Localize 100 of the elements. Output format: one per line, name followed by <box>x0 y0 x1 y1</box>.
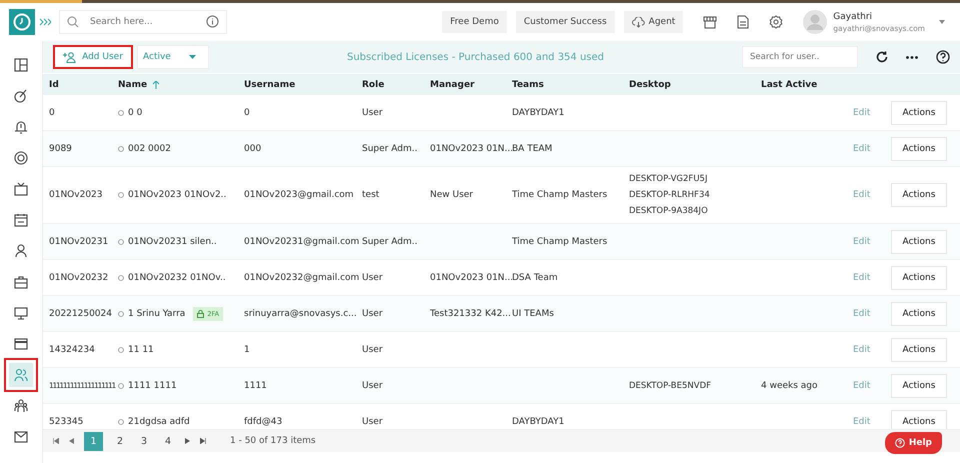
table-cell: 01NOv20232 <box>49 272 108 282</box>
table-cell-text: User <box>362 344 384 354</box>
user-name: Gayathri <box>833 12 874 22</box>
status-dot-icon <box>118 310 124 316</box>
table-cell: DAYBYDAY1 <box>512 108 564 118</box>
help-icon[interactable] <box>936 50 950 64</box>
column-header[interactable]: Teams <box>512 80 629 90</box>
status-dot-icon <box>118 110 124 116</box>
document-icon[interactable] <box>737 15 750 29</box>
table-cell-text: srinuyarra@snovasys.c... <box>244 308 358 318</box>
column-header[interactable]: Name <box>118 80 244 90</box>
help-button[interactable]: Help <box>884 432 942 454</box>
table-cell: 01NOv2023 01N... <box>430 144 512 154</box>
last-page-icon[interactable] <box>200 438 206 444</box>
header-button[interactable]: Agent <box>624 11 684 33</box>
table-cell-text: 1 <box>244 344 251 354</box>
page-button[interactable]: 3 <box>137 432 151 450</box>
table-cell-text: User <box>362 272 384 282</box>
actions-button[interactable]: Actions <box>891 100 947 124</box>
table-cell-text: User <box>362 416 384 426</box>
table-cell: 01NOv2023 01NOv2.. <box>128 190 226 200</box>
column-header[interactable]: Id <box>49 80 118 90</box>
actions-button[interactable]: Actions <box>891 338 947 362</box>
more-icon[interactable] <box>906 56 918 58</box>
table-cell: 0 0 <box>128 108 142 118</box>
status-dot-icon <box>118 382 124 388</box>
table-cell: 1111 1111 <box>128 380 177 390</box>
table-cell: 01NOv20232 01NOv.. <box>128 272 226 282</box>
table-cell-text: User <box>362 308 384 318</box>
header-button[interactable]: Free Demo <box>442 11 507 33</box>
header-button[interactable]: Customer Success <box>516 11 615 33</box>
search-icon <box>67 16 79 28</box>
table-cell: Time Champ Masters <box>512 236 608 246</box>
settings-icon[interactable] <box>769 15 784 29</box>
table-cell: Time Champ Masters <box>512 190 608 200</box>
page-button[interactable]: 4 <box>161 432 175 450</box>
actions-button[interactable]: Actions <box>891 410 947 429</box>
previous-page-icon[interactable] <box>69 438 74 444</box>
actions-button[interactable]: Actions <box>891 266 947 290</box>
expand-icon[interactable] <box>39 18 51 26</box>
table-cell-text: 01NOv20231@gmail.com <box>244 236 360 246</box>
actions-button[interactable]: Actions <box>891 230 947 254</box>
logo-icon[interactable] <box>9 9 35 35</box>
table-cell: Test321332 K42... <box>430 308 511 318</box>
status-dot-icon <box>118 274 124 280</box>
table-cell: 0 <box>49 108 55 118</box>
users-icon[interactable] <box>9 363 33 387</box>
table-cell: 4 weeks ago <box>761 380 818 390</box>
desktop-name: DESKTOP-VG2FU5J <box>629 174 708 184</box>
next-page-icon[interactable] <box>185 438 190 444</box>
table-cell-text: User <box>362 108 384 118</box>
table-cell: 01NOv20231 silen.. <box>128 236 217 246</box>
table-cell: 9089 <box>49 144 72 154</box>
help-icon <box>894 438 905 448</box>
info-icon[interactable] <box>206 15 219 28</box>
actions-button[interactable]: Actions <box>891 374 947 398</box>
table-cell-text: 01NOv2023@gmail.com <box>244 190 355 200</box>
cloud-icon <box>632 16 645 28</box>
table-cell: 1 Srinu Yarra <box>128 308 186 318</box>
caret-icon[interactable] <box>939 20 945 24</box>
table-cell: 21dgdsa adfd <box>128 416 190 426</box>
pagination-summary: 1 - 50 of 173 items <box>230 436 316 446</box>
store-icon[interactable] <box>703 16 718 28</box>
page-button[interactable]: 2 <box>113 432 127 450</box>
actions-button[interactable]: Actions <box>891 302 947 326</box>
status-dot-icon <box>118 146 124 152</box>
table-cell: DSA Team <box>512 272 558 282</box>
license-summary: Subscribed Licenses - Purchased 600 and 354 used <box>346 52 606 62</box>
table-cell: 20221250024 <box>49 308 112 318</box>
refresh-icon[interactable] <box>876 51 888 63</box>
table-cell: New User <box>430 190 474 200</box>
table-cell: 01NOv20231 <box>49 236 108 246</box>
column-header[interactable]: Role <box>362 80 430 90</box>
column-header[interactable]: Last Active <box>761 80 853 90</box>
table-cell-text: test <box>362 190 380 200</box>
column-header[interactable]: Manager <box>430 80 512 90</box>
table-cell: UI TEAMs <box>512 308 554 318</box>
status-dot-icon <box>118 346 124 352</box>
actions-button[interactable]: Actions <box>891 183 947 207</box>
status-dot-icon <box>118 418 124 424</box>
actions-button[interactable]: Actions <box>891 136 947 160</box>
desktop-name: DESKTOP-RLRHF34 <box>629 190 710 200</box>
first-page-icon[interactable] <box>53 438 59 444</box>
table-cell-text: 000 <box>244 144 262 154</box>
table-cell: 002 0002 <box>128 144 171 154</box>
column-header[interactable]: Desktop <box>629 80 761 90</box>
table-cell: 01NOv2023 01N... <box>430 272 512 282</box>
search-field[interactable]: Search here... <box>59 10 227 34</box>
table-cell-text: 0 <box>244 108 251 118</box>
user-search-field[interactable]: Search for user.. <box>742 46 858 68</box>
table-cell-text: Super Adm.. <box>362 144 418 154</box>
table-cell: DAYBYDAY1 <box>512 416 564 426</box>
add-user-icon <box>63 52 76 62</box>
status-dot-icon <box>118 238 124 244</box>
desktop-name: DESKTOP-9A384JO <box>629 206 708 216</box>
desktop-name: DESKTOP-BE5NVDF <box>629 380 712 390</box>
column-header[interactable]: Username <box>244 80 362 90</box>
table-cell-text: 01NOv20232@gmail.com <box>244 272 360 282</box>
table-cell-text: fdfd@43 <box>244 416 284 426</box>
table-cell: 11 11 <box>128 344 154 354</box>
